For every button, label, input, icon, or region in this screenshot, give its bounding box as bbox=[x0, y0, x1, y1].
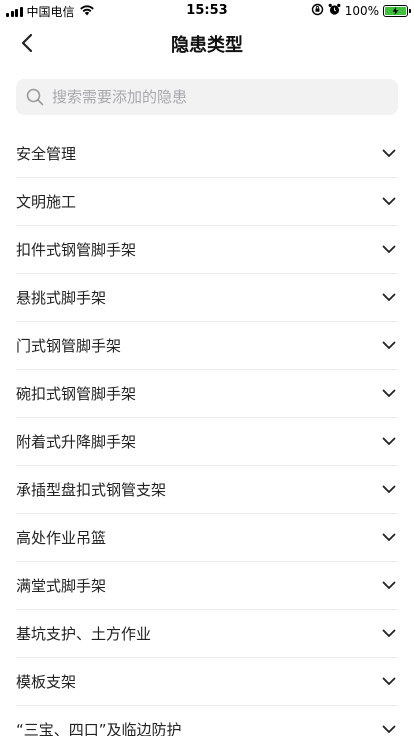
list-item-label: 悬挑式脚手架 bbox=[16, 289, 107, 307]
chevron-down-icon[interactable] bbox=[381, 386, 397, 402]
list-item-label: 基坑支护、土方作业 bbox=[16, 625, 152, 643]
list-item[interactable]: 基坑支护、土方作业 bbox=[16, 610, 398, 658]
status-right: 100% bbox=[311, 3, 411, 19]
chevron-down-icon[interactable] bbox=[381, 146, 397, 162]
list-item-label: 附着式升降脚手架 bbox=[16, 433, 137, 451]
list-item-label: 门式钢管脚手架 bbox=[16, 337, 122, 355]
list-item[interactable]: 门式钢管脚手架 bbox=[16, 322, 398, 370]
battery-icon bbox=[383, 5, 411, 17]
chevron-down-icon[interactable] bbox=[381, 674, 397, 690]
list-item-label: 文明施工 bbox=[16, 193, 77, 211]
list-item[interactable]: 模板支架 bbox=[16, 658, 398, 706]
list-item-label: 模板支架 bbox=[16, 673, 77, 691]
alarm-clock-icon bbox=[328, 3, 341, 19]
list-item[interactable]: 安全管理 bbox=[16, 130, 398, 178]
chevron-down-icon[interactable] bbox=[381, 482, 397, 498]
chevron-down-icon[interactable] bbox=[381, 290, 397, 306]
list-item[interactable]: 承插型盘扣式钢管支架 bbox=[16, 466, 398, 514]
list-item-label: 碗扣式钢管脚手架 bbox=[16, 385, 137, 403]
list-item[interactable]: 附着式升降脚手架 bbox=[16, 418, 398, 466]
chevron-down-icon[interactable] bbox=[381, 722, 397, 736]
battery-charging-icon bbox=[385, 7, 406, 15]
list-item-label: 满堂式脚手架 bbox=[16, 577, 107, 595]
chevron-down-icon[interactable] bbox=[381, 626, 397, 642]
list-item-label: 高处作业吊篮 bbox=[16, 529, 107, 547]
list-item-label: 承插型盘扣式钢管支架 bbox=[16, 481, 167, 499]
orientation-lock-icon bbox=[311, 3, 324, 19]
category-list: 安全管理文明施工扣件式钢管脚手架 悬挑式脚手架 门式钢管脚手架 碗扣式钢管脚手架 附着式… bbox=[0, 130, 414, 736]
list-item[interactable]: “三宝、四口”及临边防护 bbox=[16, 706, 398, 736]
search-input[interactable] bbox=[52, 88, 372, 106]
list-item-label: 安全管理 bbox=[16, 145, 77, 163]
list-item-label: “三宝、四口”及临边防护 bbox=[16, 721, 182, 736]
chevron-down-icon[interactable] bbox=[381, 194, 397, 210]
list-item[interactable]: 高处作业吊篮 bbox=[16, 514, 398, 562]
status-bar: 中国电信 15:53 100% bbox=[0, 0, 414, 22]
chevron-down-icon[interactable] bbox=[381, 530, 397, 546]
chevron-down-icon[interactable] bbox=[381, 242, 397, 258]
battery-percent: 100% bbox=[344, 4, 379, 18]
list-item[interactable]: 文明施工 bbox=[16, 178, 398, 226]
page-title: 隐患类型 bbox=[171, 35, 243, 56]
search-bar[interactable] bbox=[16, 79, 398, 115]
chevron-down-icon[interactable] bbox=[381, 578, 397, 594]
list-item[interactable]: 满堂式脚手架 bbox=[16, 562, 398, 610]
list-item-label: 扣件式钢管脚手架 bbox=[16, 241, 137, 259]
chevron-down-icon[interactable] bbox=[381, 338, 397, 354]
search-icon bbox=[26, 88, 44, 106]
list-item[interactable]: 扣件式钢管脚手架 bbox=[16, 226, 398, 274]
list-item[interactable]: 碗扣式钢管脚手架 bbox=[16, 370, 398, 418]
list-item[interactable]: 悬挑式脚手架 bbox=[16, 274, 398, 322]
chevron-down-icon[interactable] bbox=[381, 434, 397, 450]
nav-bar: 隐患类型 bbox=[0, 22, 414, 64]
